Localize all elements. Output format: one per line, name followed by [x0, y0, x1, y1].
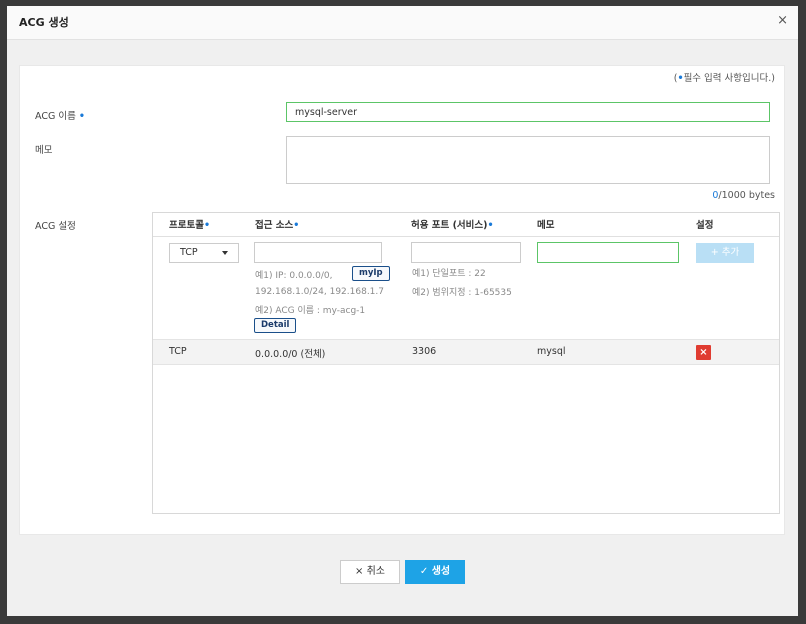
byte-counter: 0/1000 bytes — [712, 190, 775, 201]
header-port: 허용 포트 (서비스)• — [411, 217, 494, 231]
header-port-text: 허용 포트 (서비스) — [411, 220, 488, 231]
memo-textarea[interactable] — [286, 136, 770, 184]
required-note: (•필수 입력 사항입니다.) — [674, 70, 775, 84]
header-divider — [153, 236, 779, 237]
protocol-select[interactable]: TCP — [169, 243, 239, 263]
acg-name-label: ACG 이름 • — [35, 108, 85, 122]
header-source: 접근 소스• — [255, 217, 299, 231]
chevron-down-icon — [222, 251, 228, 255]
port-input[interactable] — [411, 242, 521, 263]
delete-icon[interactable]: × — [696, 345, 711, 360]
rule-memo-input[interactable] — [537, 242, 679, 263]
required-dot-icon: • — [78, 111, 85, 122]
acg-rules-table: 프로토콜• 접근 소스• 허용 포트 (서비스)• 메모 설정 TCP 예1) … — [152, 212, 780, 514]
source-input[interactable] — [254, 242, 382, 263]
create-button[interactable]: ✓ 생성 — [405, 560, 465, 584]
byte-limit: /1000 bytes — [718, 190, 775, 201]
memo-label: 메모 — [35, 145, 53, 156]
row-source: 0.0.0.0/0 (전체) — [255, 349, 326, 360]
detail-button[interactable]: Detail — [254, 318, 297, 333]
table-row: TCP 0.0.0.0/0 (전체) 3306 mysql × — [153, 339, 779, 365]
required-note-text: 필수 입력 사항입니다.) — [683, 73, 775, 84]
acg-name-input[interactable] — [286, 102, 770, 122]
row-protocol: TCP — [169, 346, 187, 357]
required-dot-icon: • — [293, 220, 300, 231]
header-source-text: 접근 소스 — [255, 220, 294, 231]
source-hint-1: 예1) IP: 0.0.0.0/0, — [255, 271, 333, 281]
header-memo: 메모 — [537, 220, 555, 231]
row-memo: mysql — [537, 346, 566, 357]
protocol-select-value: TCP — [180, 247, 198, 258]
row-port: 3306 — [412, 346, 437, 357]
cancel-button[interactable]: × 취소 — [340, 560, 400, 584]
dialog-header: ACG 생성 × — [7, 6, 798, 40]
port-hint-1: 예1) 단일포트 : 22 — [412, 269, 486, 279]
source-hint-2: 192.168.1.0/24, 192.168.1.7 — [255, 287, 384, 297]
port-hint-2: 예2) 범위지정 : 1-65535 — [412, 288, 512, 298]
header-settings: 설정 — [696, 220, 714, 231]
add-rule-button[interactable]: + 추가 — [696, 243, 754, 263]
source-hint-3: 예2) ACG 이름 : my-acg-1 — [255, 306, 366, 316]
acg-create-dialog: ACG 생성 × (•필수 입력 사항입니다.) ACG 이름 • 메모 0/1… — [7, 6, 798, 616]
required-dot-icon: • — [203, 220, 211, 231]
header-protocol-text: 프로토콜 — [169, 220, 204, 231]
acg-name-label-text: ACG 이름 — [35, 111, 76, 122]
acg-settings-label: ACG 설정 — [35, 221, 76, 232]
form-panel: (•필수 입력 사항입니다.) ACG 이름 • 메모 0/1000 bytes… — [19, 65, 785, 535]
close-icon[interactable]: × — [777, 14, 788, 27]
required-dot-icon: • — [487, 220, 494, 231]
myip-button[interactable]: myIp — [352, 266, 390, 281]
dialog-title: ACG 생성 — [19, 16, 69, 29]
header-protocol: 프로토콜• — [169, 217, 210, 231]
